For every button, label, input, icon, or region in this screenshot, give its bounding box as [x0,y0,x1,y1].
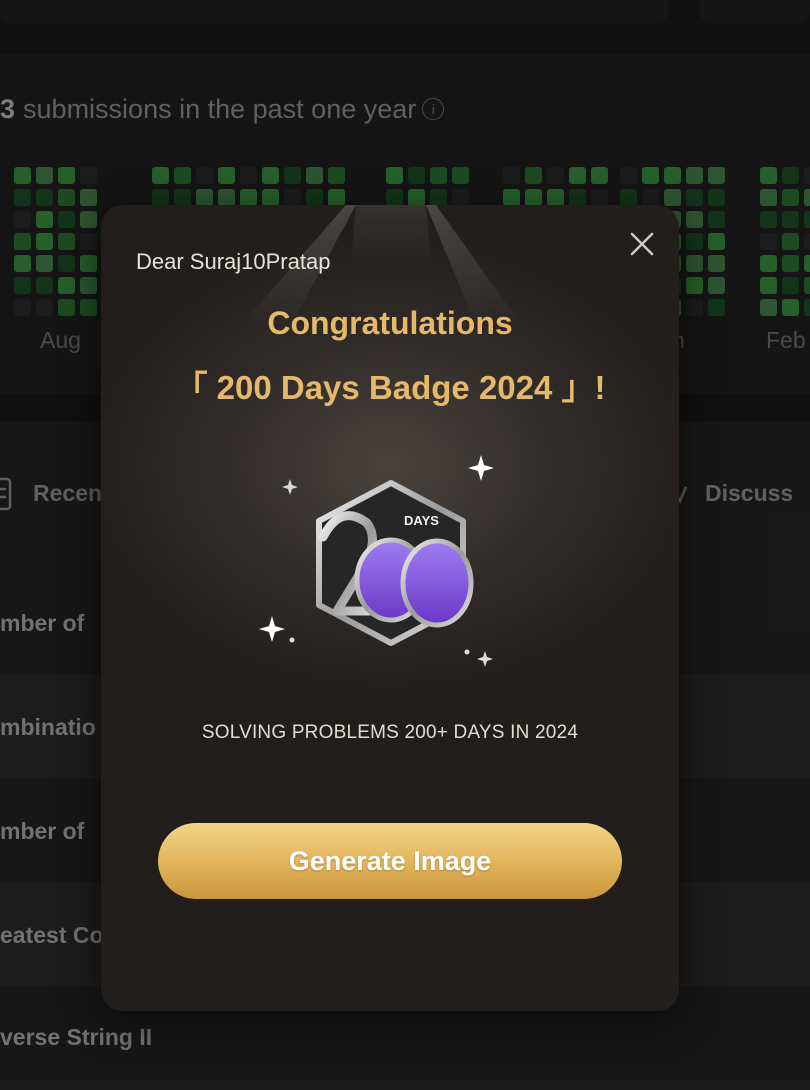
sparkle-icon [477,651,493,667]
200-days-badge-icon: DAYS [259,455,494,667]
badge-title: 「 200 Days Badge 2024 」! [174,369,606,406]
sparkle-icon [282,479,298,495]
sparkle-icon [468,455,494,481]
close-icon[interactable] [629,231,655,257]
badge-description: SOLVING PROBLEMS 200+ DAYS IN 2024 [201,722,579,743]
congratulations-heading: Congratulations [267,305,513,341]
sparkle-icon [259,616,285,642]
generate-image-button[interactable]: Generate Image [158,823,622,899]
greeting-text: Dear Suraj10Pratap [136,249,331,274]
badge-days-label: DAYS [404,513,439,528]
badge-modal: Dear Suraj10Pratap Congratulations 「 200… [101,205,679,1011]
generate-image-label: Generate Image [288,845,492,876]
